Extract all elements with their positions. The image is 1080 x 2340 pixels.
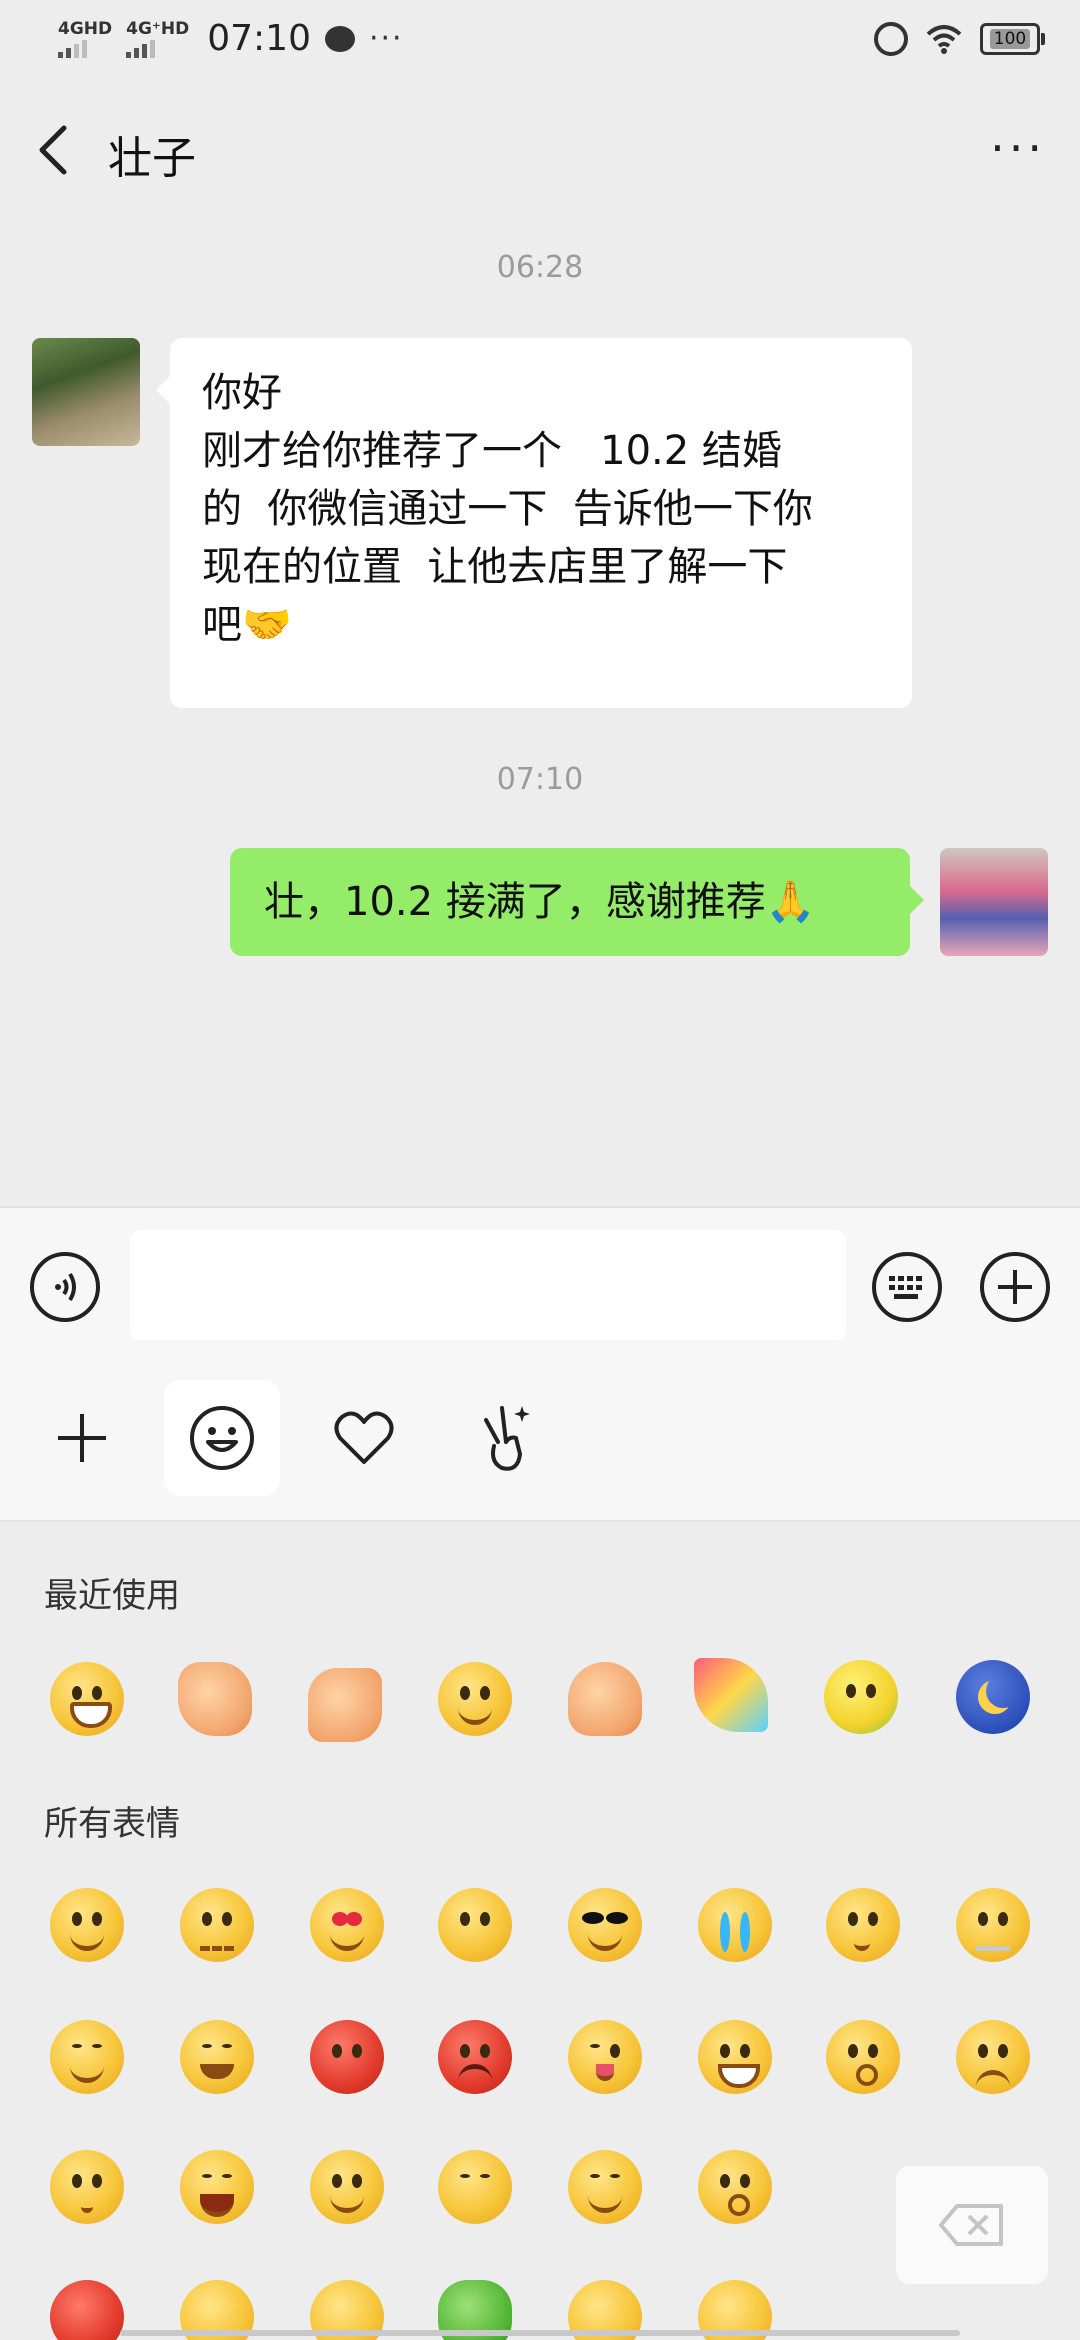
battery-icon: 100 [980, 23, 1045, 55]
moon-icon[interactable] [956, 1660, 1030, 1734]
tab-favorites[interactable] [306, 1380, 422, 1496]
voice-icon [55, 1272, 76, 1302]
sad-icon[interactable] [956, 2020, 1030, 2094]
smile-icon[interactable] [50, 1888, 124, 1962]
giggle-icon[interactable] [438, 2150, 512, 2224]
incoming-message-bubble[interactable]: 你好 刚才给你推荐了一个 10.2 结婚 的 你微信通过一下 告诉他一下你 现在… [156, 338, 912, 708]
grin-icon[interactable] [50, 1662, 124, 1736]
cool-sunglasses-icon[interactable] [568, 1888, 642, 1962]
smiley-icon [190, 1406, 254, 1470]
delete-button[interactable] [896, 2166, 1048, 2284]
all-emoji-label: 所有表情 [44, 1804, 180, 1844]
message-line: 刚才给你推荐了一个 10.2 结婚 [202, 428, 782, 474]
more-functions-button[interactable] [980, 1252, 1050, 1322]
message-line: 现在的位置 让他去店里了解一下 [202, 544, 788, 590]
drooling-icon[interactable] [310, 2150, 384, 2224]
tongue-wink-icon[interactable] [568, 2020, 642, 2094]
handshake-icon[interactable] [308, 1668, 382, 1742]
message-line: 你好 [202, 370, 282, 416]
signal-icon [126, 39, 156, 58]
network-1: 4GHD [58, 20, 112, 58]
crying-icon[interactable] [698, 1888, 772, 1962]
message-line: 吧🤝 [202, 602, 292, 648]
heart-eyes-icon[interactable] [310, 1888, 384, 1962]
tears-of-joy-icon[interactable] [180, 2020, 254, 2094]
tab-gesture-stickers[interactable] [446, 1380, 562, 1496]
ok-hand-icon[interactable] [568, 1662, 642, 1736]
recent-emoji-label: 最近使用 [44, 1576, 180, 1616]
backspace-icon [939, 2204, 1003, 2246]
wifi-icon [926, 25, 962, 54]
message-notification-icon [324, 25, 355, 52]
back-icon[interactable] [34, 122, 74, 178]
heart-icon [334, 1411, 394, 1464]
keyboard-toggle-button[interactable] [872, 1252, 942, 1322]
happy-icon[interactable] [568, 2150, 642, 2224]
message-input[interactable] [130, 1230, 846, 1340]
outgoing-message-text: 壮，10.2 接满了，感谢推荐🙏 [264, 879, 816, 925]
emoji-tabs [0, 1364, 1080, 1522]
sleepy-icon[interactable] [50, 2020, 124, 2094]
blush-icon[interactable] [50, 2150, 124, 2224]
peace-hand-icon [484, 1406, 530, 1471]
chat-title: 壮子 [108, 133, 196, 184]
status-bar: 4GHD 4G⁺HD 07:10 ··· 100 [0, 0, 1080, 80]
angry-icon[interactable] [438, 2020, 512, 2094]
incoming-message-text: 你好 刚才给你推荐了一个 10.2 结婚 的 你微信通过一下 告诉他一下你 现在… [202, 364, 813, 654]
more-notifications-icon: ··· [368, 21, 404, 56]
plus-icon [58, 1414, 106, 1462]
network-1-label: 4GHD [58, 18, 113, 39]
chat-header: 壮子 ··· [0, 80, 1080, 220]
message-timestamp: 06:28 [496, 250, 584, 285]
big-grin-icon[interactable] [698, 2020, 772, 2094]
network-2: 4G⁺HD [126, 20, 189, 58]
outgoing-message-bubble[interactable]: 壮，10.2 接满了，感谢推荐🙏 [230, 848, 924, 956]
chick-icon[interactable] [824, 1660, 898, 1734]
shocked-icon[interactable] [698, 2150, 772, 2224]
keyboard-icon [889, 1276, 922, 1299]
plus-icon [998, 1270, 1032, 1304]
wechat-chat-screen: 4GHD 4G⁺HD 07:10 ··· 100 壮子 ··· 06:28 你好… [0, 0, 1080, 2340]
home-indicator[interactable] [120, 2330, 960, 2336]
tab-emoji[interactable] [164, 1380, 280, 1496]
smile-icon[interactable] [438, 1662, 512, 1736]
voice-input-button[interactable] [30, 1252, 100, 1322]
hands-icon[interactable] [178, 1662, 252, 1736]
scream-icon[interactable] [180, 2150, 254, 2224]
alarm-icon [874, 22, 908, 56]
input-bar [0, 1206, 1080, 1366]
message-timestamp: 07:10 [496, 762, 584, 797]
message-line: 的 你微信通过一下 告诉他一下你 [202, 486, 813, 532]
network-2-label: 4G⁺HD [126, 18, 190, 39]
contact-avatar[interactable] [32, 338, 140, 446]
status-time: 07:10 [207, 18, 311, 59]
battery-level: 100 [989, 29, 1031, 49]
tab-add-sticker[interactable] [24, 1380, 140, 1496]
embarrassed-icon[interactable] [310, 2020, 384, 2094]
signal-icon [58, 39, 87, 58]
more-options-icon[interactable]: ··· [990, 125, 1046, 171]
my-avatar[interactable] [940, 848, 1048, 956]
shut-mouth-icon[interactable] [956, 1888, 1030, 1962]
awkward-icon[interactable] [180, 1888, 254, 1962]
stare-icon[interactable] [438, 1888, 512, 1962]
shy-icon[interactable] [826, 1888, 900, 1962]
surprised-icon[interactable] [826, 2020, 900, 2094]
